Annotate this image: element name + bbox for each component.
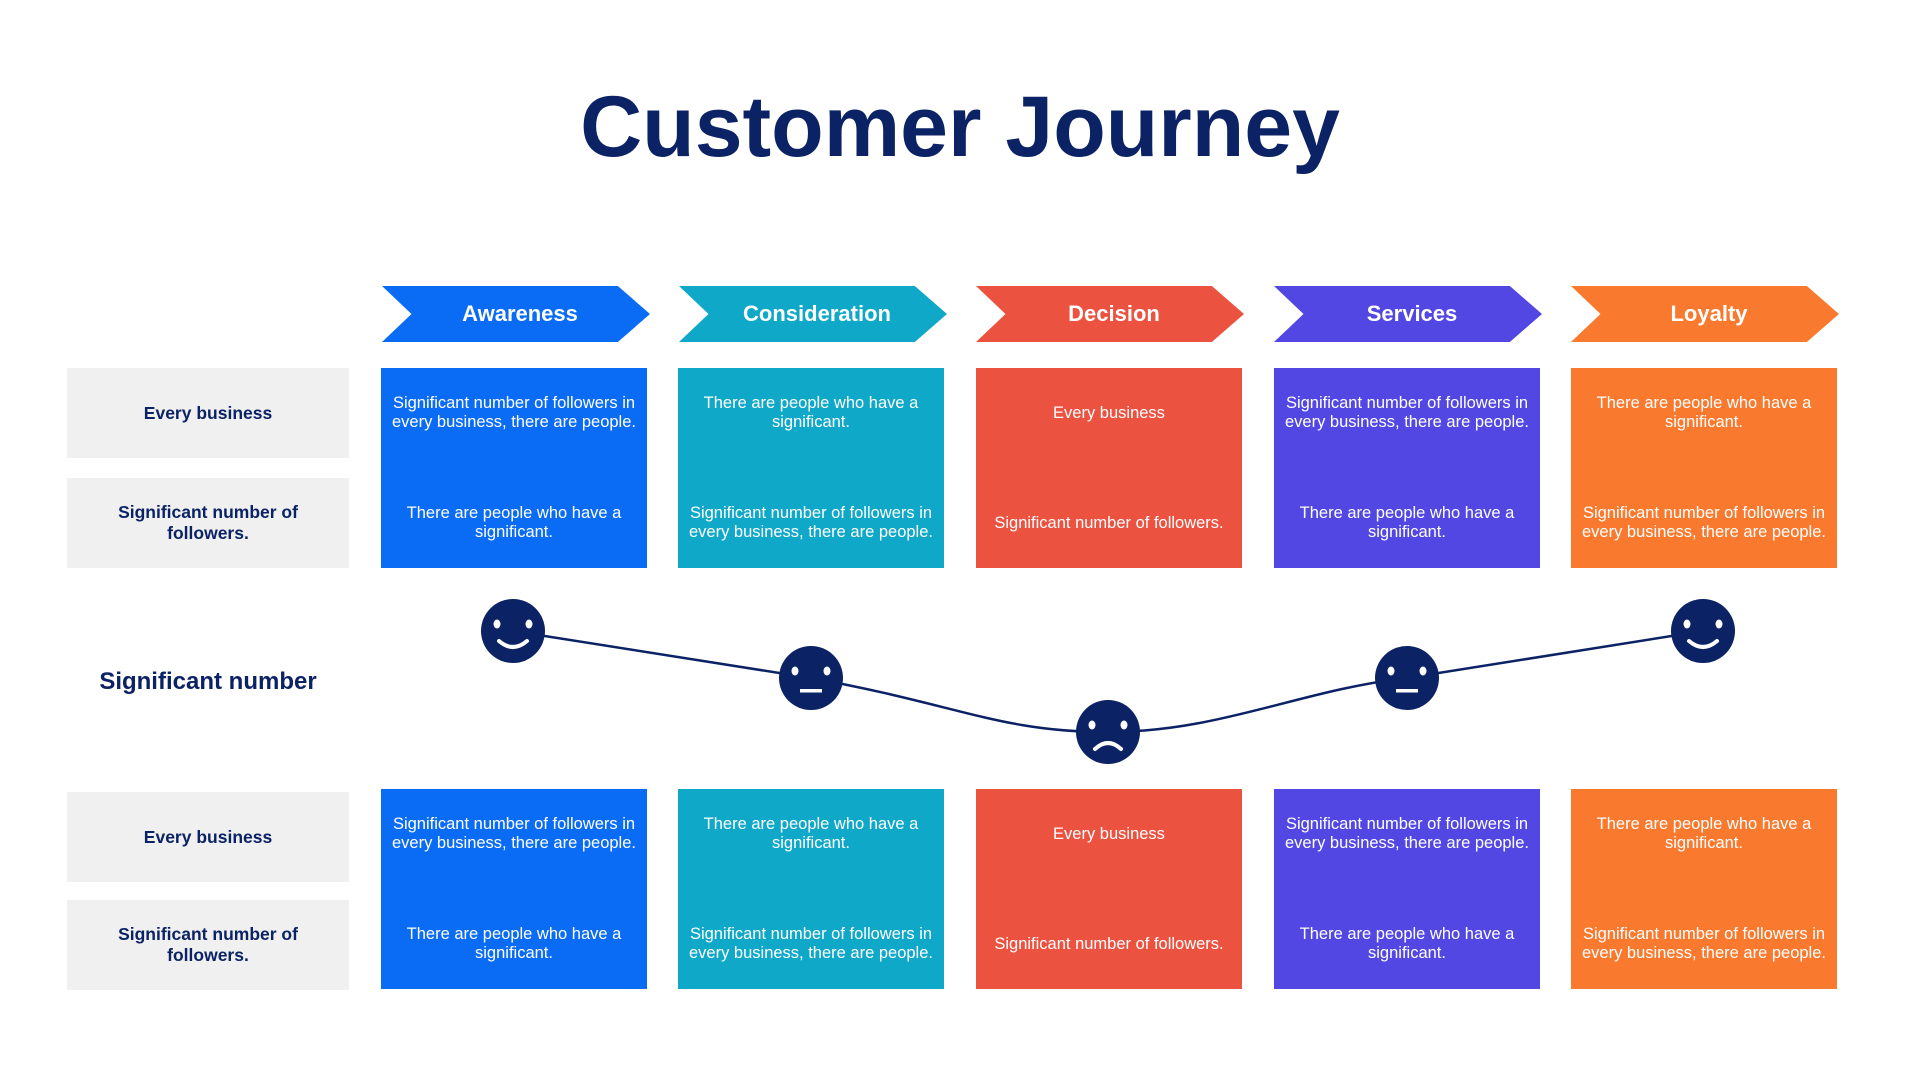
neutral-face-icon: [1375, 646, 1439, 710]
box-text: There are people who have a significant.: [703, 815, 919, 852]
row-label-bottom-1: Every business: [67, 792, 349, 882]
box-text: Significant number of followers.: [994, 934, 1224, 953]
box-text: Significant number of followers in every…: [1582, 925, 1826, 962]
box-text: Significant number of followers in every…: [392, 815, 636, 852]
bottom-box-consideration: There are people who have a significant.…: [678, 789, 944, 989]
box-text: There are people who have a significant.: [1596, 815, 1812, 852]
neutral-face-icon: [779, 646, 843, 710]
happy-face-icon: [481, 599, 545, 663]
box-text: Significant number of followers in every…: [1285, 815, 1529, 852]
bottom-box-services: Significant number of followers in every…: [1274, 789, 1540, 989]
box-text: There are people who have a significant.: [1299, 925, 1515, 962]
box-text: There are people who have a significant.: [406, 925, 622, 962]
bottom-box-decision: Every business Significant number of fol…: [976, 789, 1242, 989]
bottom-box-loyalty: There are people who have a significant.…: [1571, 789, 1837, 989]
happy-face-icon: [1671, 599, 1735, 663]
sad-face-icon: [1076, 700, 1140, 764]
row-label-bottom-2: Significant number of followers.: [67, 900, 349, 990]
bottom-box-awareness: Significant number of followers in every…: [381, 789, 647, 989]
box-text: Every business: [1053, 824, 1165, 843]
box-text: Significant number of followers in every…: [689, 925, 933, 962]
